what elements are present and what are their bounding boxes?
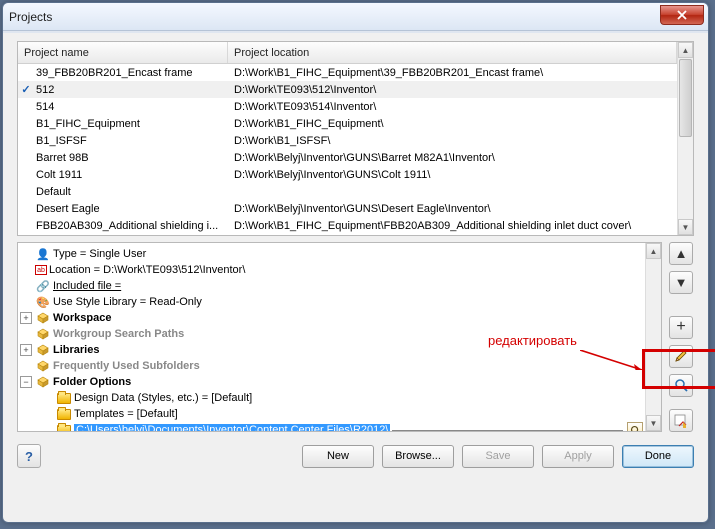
tree-templates[interactable]: Templates = [Default] [20,406,643,422]
person-icon: 👤 [35,247,51,261]
projects-table-panel: Project name Project location 39_FBB20BR… [17,41,694,236]
table-row[interactable]: FBB20AB309_Additional shielding i...D:\W… [18,217,677,234]
table-header: Project name Project location [18,42,677,64]
scroll-up-icon[interactable]: ▲ [678,42,693,58]
scroll-down-icon[interactable]: ▼ [678,219,693,235]
triangle-down-icon: ▼ [675,275,688,290]
collapse-icon[interactable]: − [20,376,32,388]
tree-folder-options[interactable]: −Folder Options [20,374,643,390]
browse-folder-button[interactable] [627,422,643,431]
tree-included-file[interactable]: 🔗Included file = [20,278,643,294]
configure-button[interactable] [669,409,693,432]
dialog-footer: ? New Browse... Save Apply Done [17,438,694,470]
move-up-button[interactable]: ▲ [669,242,693,265]
close-button[interactable] [660,5,704,25]
cube-icon [35,359,51,373]
window-title: Projects [9,10,52,24]
table-row[interactable]: Colt 1911D:\Work\Belyj\Inventor\GUNS\Col… [18,166,677,183]
table-row[interactable]: 514D:\Work\TE093\514\Inventor\ [18,98,677,115]
annotation-label: редактировать [488,333,577,348]
side-toolbar: ▲ ▼ + [668,242,694,432]
tree-workspace[interactable]: +Workspace [20,310,643,326]
folder-icon [56,407,72,421]
col-project-name[interactable]: Project name [18,42,228,63]
cube-icon [35,375,51,389]
table-row[interactable]: 39_FBB20BR201_Encast frameD:\Work\B1_FIH… [18,64,677,81]
tree-frequently-used[interactable]: Frequently Used Subfolders [20,358,643,374]
tree-scrollbar[interactable]: ▲ ▼ [645,243,661,431]
help-icon: ? [25,449,33,464]
folder-icon [56,423,72,431]
scroll-up-icon[interactable]: ▲ [646,243,661,259]
gear-icon [674,414,688,428]
link-icon: 🔗 [35,279,51,293]
edit-button[interactable] [669,345,693,368]
titlebar: Projects [3,3,708,31]
apply-button[interactable]: Apply [542,445,614,468]
expand-icon[interactable]: + [20,344,32,356]
palette-icon: 🎨 [35,295,51,309]
cube-icon [35,327,51,341]
ab-icon: ab [35,265,47,275]
magnify-icon [630,425,641,432]
cube-icon [35,311,51,325]
move-down-button[interactable]: ▼ [669,271,693,294]
table-row[interactable]: B1_ISFSFD:\Work\B1_ISFSF\ [18,132,677,149]
scroll-down-icon[interactable]: ▼ [646,415,661,431]
new-button[interactable]: New [302,445,374,468]
tree-style-library[interactable]: 🎨Use Style Library = Read-Only [20,294,643,310]
plus-icon: + [676,318,685,336]
tree-content-center[interactable]: C:\Users\belyj\Documents\Inventor\Conten… [20,422,643,431]
tree-location[interactable]: abLocation = D:\Work\TE093\512\Inventor\ [20,262,643,278]
search-icon [674,378,688,392]
scroll-thumb[interactable] [679,59,692,137]
add-button[interactable]: + [669,316,693,339]
table-row[interactable]: ✓512D:\Work\TE093\512\Inventor\ [18,81,677,98]
folder-icon [56,391,72,405]
active-mark: ✓ [18,83,34,96]
done-button[interactable]: Done [622,445,694,468]
save-button[interactable]: Save [462,445,534,468]
cube-icon [35,343,51,357]
tree-type[interactable]: 👤Type = Single User [20,246,643,262]
pencil-icon [674,349,688,363]
tree-design-data[interactable]: Design Data (Styles, etc.) = [Default] [20,390,643,406]
table-scrollbar[interactable]: ▲ ▼ [677,42,693,235]
projects-body: 39_FBB20BR201_Encast frameD:\Work\B1_FIH… [18,64,677,234]
find-button[interactable] [669,374,693,397]
browse-button[interactable]: Browse... [382,445,454,468]
table-row[interactable]: Barret 98BD:\Work\Belyj\Inventor\GUNS\Ba… [18,149,677,166]
expand-icon[interactable]: + [20,312,32,324]
table-row[interactable]: B1_FIHC_EquipmentD:\Work\B1_FIHC_Equipme… [18,115,677,132]
table-row[interactable]: Desert EagleD:\Work\Belyj\Inventor\GUNS\… [18,200,677,217]
table-row[interactable]: Default [18,183,677,200]
help-button[interactable]: ? [17,444,41,468]
triangle-up-icon: ▲ [675,246,688,261]
col-project-location[interactable]: Project location [228,42,677,63]
close-icon [677,10,687,20]
